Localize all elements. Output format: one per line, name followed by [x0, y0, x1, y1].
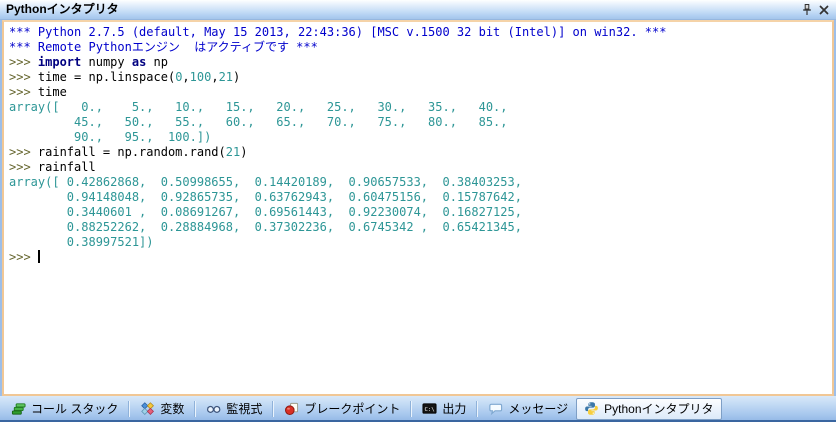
console-text-code: , [211, 70, 219, 84]
console-text-banner: *** Remote Pythonエンジン はアクティブです *** [9, 40, 318, 54]
console-text-number: 100 [189, 70, 212, 84]
console-text-code: np [146, 55, 168, 69]
console-line: >>> time = np.linspace(0,100,21) [9, 70, 832, 85]
panel-title: Pythonインタプリタ [6, 2, 119, 16]
tab-separator [476, 400, 479, 417]
console-text-code: time [37, 85, 67, 99]
pin-icon[interactable] [798, 2, 815, 18]
tab-label: 変数 [160, 402, 185, 416]
watch-icon [207, 405, 221, 413]
console-text-keyword: as [131, 55, 147, 69]
call-stack-icon [11, 403, 26, 415]
console-line: 0.3440601 , 0.08691267, 0.69561443, 0.92… [9, 205, 832, 220]
console-text-output: 0.3440601 , 0.08691267, 0.69561443, 0.92… [9, 205, 522, 219]
console-line: >>> rainfall = np.random.rand(21) [9, 145, 832, 160]
tab-variables[interactable]: 変数 [132, 398, 192, 420]
tab-separator [128, 400, 131, 417]
console-text-number: 21 [225, 145, 241, 159]
console-text-output: 0.88252262, 0.28884968, 0.37302236, 0.67… [9, 220, 522, 234]
console-text-number: 21 [218, 70, 234, 84]
console-line: *** Python 2.7.5 (default, May 15 2013, … [9, 25, 832, 40]
console-line: 0.88252262, 0.28884968, 0.37302236, 0.67… [9, 220, 832, 235]
breakpoint-icon [285, 402, 299, 415]
console-text-banner: *** Python 2.7.5 (default, May 15 2013, … [9, 25, 667, 39]
tab-label: 監視式 [226, 402, 263, 416]
console-text-code: rainfall [37, 160, 96, 174]
console-text-output: 0.94148048, 0.92865735, 0.63762943, 0.60… [9, 190, 522, 204]
console-line: 0.94148048, 0.92865735, 0.63762943, 0.60… [9, 190, 832, 205]
console-text-prompt: >>> [9, 85, 38, 99]
console-line: >>> time [9, 85, 832, 100]
close-icon[interactable] [815, 2, 832, 18]
tab-watch[interactable]: 監視式 [198, 398, 270, 420]
bottom-tabbar: コール スタック 変数 監視式 ブレークポイント C:\ 出力 メッセージ Py… [0, 396, 836, 422]
console-line: 90., 95., 100.]) [9, 130, 832, 145]
tab-output[interactable]: C:\ 出力 [414, 398, 474, 420]
console-text-code: rainfall = np.random.rand( [37, 145, 226, 159]
console-line: >>> [9, 250, 832, 265]
console-output: *** Python 2.7.5 (default, May 15 2013, … [4, 22, 832, 265]
output-icon: C:\ [422, 403, 437, 414]
python-interpreter-panel: Pythonインタプリタ *** Python 2.7.5 (default, … [0, 0, 836, 422]
console-text-prompt: >>> [9, 160, 38, 174]
console-text-prompt: >>> [9, 250, 38, 264]
console-text-output: 0.38997521]) [9, 235, 154, 249]
tab-label: コール スタック [31, 402, 119, 416]
tab-messages[interactable]: メッセージ [480, 398, 576, 420]
console-line: *** Remote Pythonエンジン はアクティブです *** [9, 40, 832, 55]
console-text-keyword: import [37, 55, 82, 69]
console-text-code: numpy [81, 55, 132, 69]
tab-breakpoint[interactable]: ブレークポイント [276, 398, 408, 420]
console-text-code: time = np.linspace( [37, 70, 176, 84]
panel-titlebar: Pythonインタプリタ [0, 0, 836, 20]
tab-separator [272, 400, 275, 417]
console-line: 45., 50., 55., 60., 65., 70., 75., 80., … [9, 115, 832, 130]
console-text-code: , [182, 70, 190, 84]
console-text-output: array([ 0.42862868, 0.50998655, 0.144201… [9, 175, 522, 189]
console-line: >>> import numpy as np [9, 55, 832, 70]
console-text-code: ) [233, 70, 241, 84]
variables-icon [141, 402, 155, 415]
console-text-output: array([ 0., 5., 10., 15., 20., 25., 30.,… [9, 100, 508, 114]
console-text-code: ) [240, 145, 248, 159]
svg-text:C:\: C:\ [425, 407, 435, 413]
tab-label: 出力 [442, 402, 467, 416]
tab-separator [194, 400, 197, 417]
console-text-prompt: >>> [9, 145, 38, 159]
tab-call-stack[interactable]: コール スタック [3, 398, 126, 420]
tab-label: Pythonインタプリタ [604, 402, 714, 416]
console-line: 0.38997521]) [9, 235, 832, 250]
messages-icon [489, 403, 503, 416]
console-text-prompt: >>> [9, 70, 38, 84]
tab-label: ブレークポイント [304, 402, 401, 416]
text-cursor [37, 250, 40, 263]
console-line: array([ 0., 5., 10., 15., 20., 25., 30.,… [9, 100, 832, 115]
console-text-output: 45., 50., 55., 60., 65., 70., 75., 80., … [9, 115, 508, 129]
console-line: array([ 0.42862868, 0.50998655, 0.144201… [9, 175, 832, 190]
console-line: >>> rainfall [9, 160, 832, 175]
console-text-prompt: >>> [9, 55, 38, 69]
tab-label: メッセージ [508, 402, 569, 416]
tab-python[interactable]: Pythonインタプリタ [576, 397, 722, 420]
console-text-output: 90., 95., 100.]) [9, 130, 212, 144]
tab-separator [410, 400, 413, 417]
console-panel[interactable]: *** Python 2.7.5 (default, May 15 2013, … [2, 20, 834, 396]
python-icon [585, 402, 599, 415]
